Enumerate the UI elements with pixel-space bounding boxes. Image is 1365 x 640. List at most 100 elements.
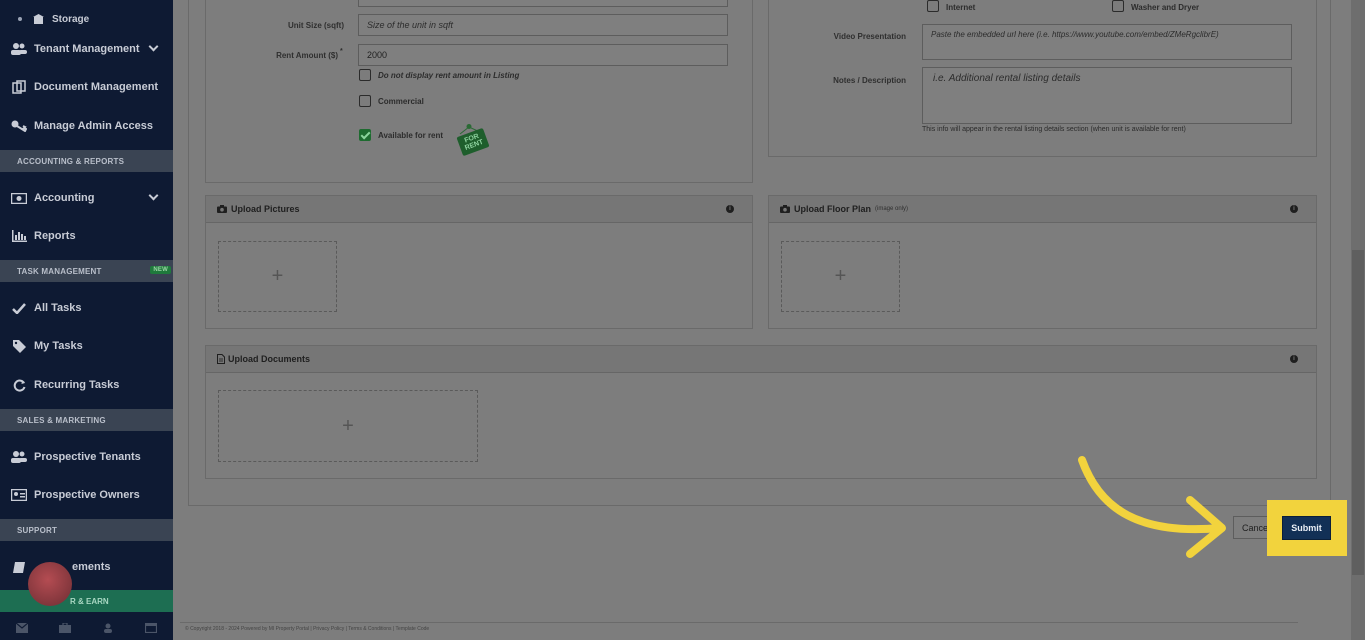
notes-description-label: Notes / Description <box>833 76 906 85</box>
sidebar-item-label: ements <box>72 561 111 573</box>
upload-floor-plan-dropzone[interactable]: + <box>781 241 900 312</box>
file-icon <box>217 354 225 364</box>
app-window: Storage Tenant Management Document Manag… <box>0 0 1365 640</box>
for-rent-sign-icon: FOR RENT <box>456 124 490 156</box>
sidebar-item-label: All Tasks <box>34 302 82 314</box>
sidebar-item-tenant-management[interactable]: Tenant Management <box>0 34 173 64</box>
notes-textarea[interactable]: i.e. Additional rental listing details <box>922 67 1292 124</box>
section-header-support: SUPPORT <box>0 519 173 541</box>
washer-dryer-checkbox[interactable] <box>1112 0 1124 12</box>
mail-icon[interactable] <box>15 622 29 633</box>
available-for-rent-label: Available for rent <box>378 131 444 140</box>
briefcase-icon[interactable] <box>58 621 71 633</box>
section-title: TASK MANAGEMENT <box>17 266 102 276</box>
sidebar-item-my-tasks[interactable]: My Tasks <box>0 331 173 361</box>
chevron-down-icon <box>148 190 159 201</box>
bullet-icon <box>18 17 22 21</box>
sidebar-item-label: Recurring Tasks <box>34 379 120 391</box>
upload-floor-plan-note: (image only) <box>875 206 909 212</box>
sidebar-item-label: Tenant Management <box>34 43 140 55</box>
sidebar-bottom-bar <box>0 615 173 640</box>
bar-chart-icon <box>11 229 27 243</box>
money-icon <box>11 191 27 205</box>
rent-amount-input[interactable]: 2000 <box>358 44 728 66</box>
rent-amount-label: Rent Amount ($) <box>276 51 338 60</box>
sidebar-item-announcements[interactable]: ements <box>0 552 173 582</box>
submit-button[interactable]: Submit <box>1282 516 1331 540</box>
sidebar-item-reports[interactable]: Reports <box>0 221 173 251</box>
commercial-checkbox[interactable] <box>359 95 371 107</box>
sidebar-item-label: My Tasks <box>34 340 83 352</box>
available-for-rent-checkbox[interactable] <box>359 129 371 141</box>
new-badge: NEW <box>150 266 171 274</box>
camera-icon <box>217 205 227 213</box>
sidebar-item-all-tasks[interactable]: All Tasks <box>0 293 173 323</box>
scrollbar-thumb[interactable] <box>1352 250 1364 575</box>
checkmark-icon <box>11 301 27 315</box>
unit-size-label: Unit Size (sqft) <box>288 21 344 30</box>
sidebar-item-label: Storage <box>52 13 90 25</box>
internet-checkbox[interactable] <box>927 0 939 12</box>
upload-floor-plan-title: Upload Floor Plan <box>794 204 872 214</box>
camera-icon <box>780 205 790 213</box>
section-header-accounting: ACCOUNTING & REPORTS <box>0 150 173 172</box>
sidebar-item-manage-admin-access[interactable]: Manage Admin Access <box>0 111 173 141</box>
footer-divider <box>180 622 1298 623</box>
hide-rent-label: Do not display rent amount in Listing <box>378 71 520 80</box>
users-icon <box>11 42 27 56</box>
hide-rent-checkbox[interactable] <box>359 69 371 81</box>
sidebar-item-label: Prospective Tenants <box>34 451 141 463</box>
upload-documents-dropzone[interactable]: + <box>218 390 478 462</box>
sidebar-item-storage[interactable]: Storage <box>0 4 173 32</box>
upload-floor-plan-header: Upload Floor Plan (image only) i <box>769 196 1316 223</box>
calendar-icon[interactable] <box>145 622 158 633</box>
internet-label: Internet <box>946 3 976 12</box>
key-icon <box>11 119 27 133</box>
book-icon <box>11 560 27 574</box>
sidebar-item-label: Reports <box>34 230 76 242</box>
upload-pictures-title: Upload Pictures <box>231 204 300 214</box>
sidebar-item-accounting[interactable]: Accounting <box>0 183 173 213</box>
chevron-down-icon <box>148 41 159 52</box>
sidebar-item-label: Document Management <box>34 81 159 93</box>
upload-pictures-panel: Upload Pictures i + <box>205 195 753 329</box>
users-icon <box>11 450 27 464</box>
info-icon[interactable]: i <box>726 205 734 213</box>
sidebar-item-label: Accounting <box>34 192 95 204</box>
unit-size-input[interactable]: Size of the unit in sqft <box>358 14 728 36</box>
washer-dryer-label: Washer and Dryer <box>1131 3 1200 12</box>
sidebar-item-label: Prospective Owners <box>34 489 140 501</box>
sidebar-item-recurring-tasks[interactable]: Recurring Tasks <box>0 370 173 400</box>
required-asterisk: * <box>340 48 343 55</box>
refresh-icon <box>11 378 27 392</box>
sidebar-item-prospective-owners[interactable]: Prospective Owners <box>0 480 173 510</box>
section-header-tasks: TASK MANAGEMENT NEW <box>0 260 173 282</box>
section-header-sales: SALES & MARKETING <box>0 409 173 431</box>
sidebar-item-document-management[interactable]: Document Management <box>0 72 173 102</box>
sidebar: Storage Tenant Management Document Manag… <box>0 0 173 640</box>
storage-icon <box>32 12 44 26</box>
upload-documents-header: Upload Documents i <box>206 346 1316 373</box>
sidebar-subitem: Storage <box>18 12 89 26</box>
sidebar-item-prospective-tenants[interactable]: Prospective Tenants <box>0 442 173 472</box>
notes-hint: This info will appear in the rental list… <box>922 126 1186 133</box>
video-url-textarea[interactable]: Paste the embedded url here (i.e. https:… <box>922 24 1292 60</box>
upload-pictures-header: Upload Pictures i <box>206 196 752 223</box>
id-card-icon <box>11 488 27 502</box>
pointer-arrow-icon <box>1078 456 1226 558</box>
previous-field-input[interactable] <box>358 0 728 7</box>
refer-earn-banner[interactable]: R & EARN <box>0 590 173 612</box>
commercial-label: Commercial <box>378 97 424 106</box>
upload-pictures-dropzone[interactable]: + <box>218 241 337 312</box>
info-icon[interactable]: i <box>1290 355 1298 363</box>
user-avatar[interactable] <box>28 562 72 606</box>
sidebar-item-label: Manage Admin Access <box>34 120 154 132</box>
documents-icon <box>11 80 27 94</box>
user-icon[interactable] <box>102 623 114 633</box>
upload-floor-plan-panel: Upload Floor Plan (image only) i + <box>768 195 1317 329</box>
info-icon[interactable]: i <box>1290 205 1298 213</box>
tag-icon <box>11 339 27 353</box>
video-presentation-label: Video Presentation <box>833 32 906 41</box>
upload-documents-title: Upload Documents <box>228 354 311 364</box>
footer-text: © Copyright 2018 - 2024 Powered by MI Pr… <box>185 626 430 632</box>
